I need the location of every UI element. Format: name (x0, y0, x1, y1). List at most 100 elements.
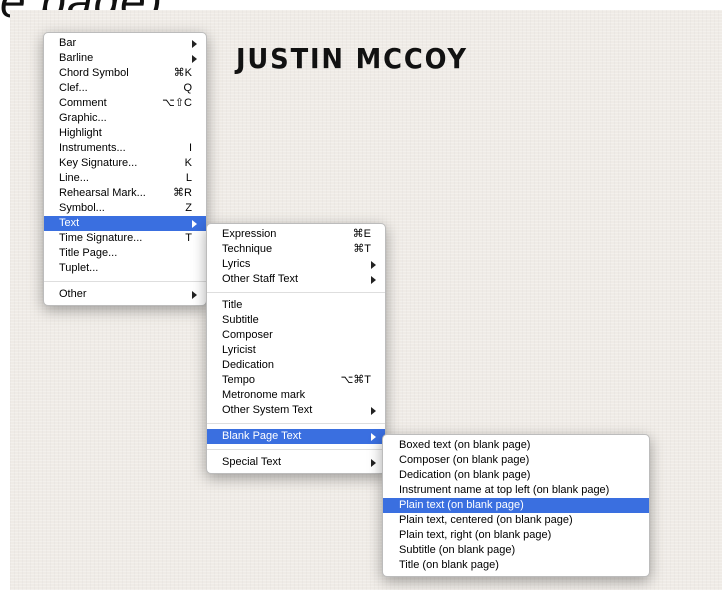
menu-item-label: Clef... (59, 82, 88, 94)
menu-item-label: Technique (222, 243, 273, 255)
menu-item-label: Dedication (on blank page) (399, 469, 531, 481)
menu-item-shortcut: ⌘T (353, 243, 371, 255)
menu-separator (207, 292, 385, 293)
menu-item-plain-text-right-blank[interactable]: Plain text, right (on blank page) (383, 528, 649, 543)
menu-separator (44, 281, 206, 282)
menu-item-barline[interactable]: Barline (44, 51, 206, 66)
menu-item-label: Symbol... (59, 202, 105, 214)
menu-item-shortcut: T (185, 232, 192, 244)
menu-item-shortcut: Z (185, 202, 192, 214)
menu-item-subtitle[interactable]: Subtitle (207, 313, 385, 328)
menu-item-label: Plain text, right (on blank page) (399, 529, 552, 541)
menu-item-subtitle-blank[interactable]: Subtitle (on blank page) (383, 543, 649, 558)
menu-item-label: Other Staff Text (222, 273, 299, 285)
menu-item-symbol[interactable]: Symbol... Z (44, 201, 206, 216)
menu-item-dedication-blank[interactable]: Dedication (on blank page) (383, 468, 649, 483)
menu-item-other[interactable]: Other (44, 287, 206, 302)
menu-item-composer[interactable]: Composer (207, 328, 385, 343)
submenu-arrow-icon (371, 261, 376, 269)
menu-item-label: Time Signature... (59, 232, 143, 244)
menu-item-other-staff-text[interactable]: Other Staff Text (207, 272, 385, 287)
menu-item-graphic[interactable]: Graphic... (44, 111, 206, 126)
menu-item-other-system-text[interactable]: Other System Text (207, 403, 385, 418)
menu-item-label: Tempo (222, 374, 256, 386)
menu-item-title[interactable]: Title (207, 298, 385, 313)
create-menu: Bar Barline Chord Symbol ⌘K Clef... Q Comm… (43, 32, 207, 306)
text-submenu: Expression ⌘E Technique ⌘T Lyrics Other St… (206, 223, 386, 474)
menu-item-line[interactable]: Line... L (44, 171, 206, 186)
menu-item-label: Line... (59, 172, 89, 184)
menu-item-title-blank[interactable]: Title (on blank page) (383, 558, 649, 573)
menu-item-tempo[interactable]: Tempo ⌥⌘T (207, 373, 385, 388)
menu-item-label: Title (on blank page) (399, 559, 499, 571)
menu-item-plain-text-blank[interactable]: Plain text (on blank page) (383, 498, 649, 513)
menu-item-lyrics[interactable]: Lyrics (207, 257, 385, 272)
menu-item-shortcut: L (185, 172, 192, 184)
menu-separator (207, 449, 385, 450)
menu-item-label: Subtitle (on blank page) (399, 544, 516, 556)
menu-item-blank-page-text[interactable]: Blank Page Text (207, 429, 385, 444)
menu-item-shortcut: ⌘E (352, 228, 371, 240)
menu-item-label: Chord Symbol (59, 67, 129, 79)
menu-item-label: Lyricist (222, 344, 256, 356)
menu-item-label: Special Text (222, 456, 282, 468)
submenu-arrow-icon (192, 55, 197, 63)
menu-item-plain-text-centered-blank[interactable]: Plain text, centered (on blank page) (383, 513, 649, 528)
submenu-arrow-icon (192, 291, 197, 299)
menu-item-boxed-text[interactable]: Boxed text (on blank page) (383, 438, 649, 453)
menu-item-clef[interactable]: Clef... Q (44, 81, 206, 96)
submenu-arrow-icon (371, 459, 376, 467)
menu-item-instrument-name-blank[interactable]: Instrument name at top left (on blank pa… (383, 483, 649, 498)
blank-page-text-submenu: Boxed text (on blank page) Composer (on … (382, 434, 650, 577)
menu-item-shortcut: ⌘R (173, 187, 192, 199)
menu-item-tuplet[interactable]: Tuplet... (44, 261, 206, 276)
menu-item-label: Key Signature... (59, 157, 138, 169)
menu-item-label: Highlight (59, 127, 102, 139)
menu-item-shortcut: Q (183, 82, 192, 94)
menu-item-label: Instrument name at top left (on blank pa… (399, 484, 610, 496)
menu-item-shortcut: K (184, 157, 192, 169)
menu-item-dedication[interactable]: Dedication (207, 358, 385, 373)
menu-item-special-text[interactable]: Special Text (207, 455, 385, 470)
menu-item-label: Dedication (222, 359, 274, 371)
menu-item-label: Bar (59, 37, 77, 49)
menu-item-label: Subtitle (222, 314, 259, 326)
menu-item-title-page[interactable]: Title Page... (44, 246, 206, 261)
menu-item-label: Title Page... (59, 247, 118, 259)
menu-item-composer-blank[interactable]: Composer (on blank page) (383, 453, 649, 468)
menu-separator (207, 423, 385, 424)
menu-item-instruments[interactable]: Instruments... I (44, 141, 206, 156)
score-title: JUSTIN MCCOY (236, 42, 468, 75)
menu-item-label: Expression (222, 228, 277, 240)
menu-item-label: Title (222, 299, 243, 311)
menu-item-lyricist[interactable]: Lyricist (207, 343, 385, 358)
menu-item-label: Other System Text (222, 404, 313, 416)
menu-item-metronome-mark[interactable]: Metronome mark (207, 388, 385, 403)
menu-item-highlight[interactable]: Highlight (44, 126, 206, 141)
menu-item-text[interactable]: Text (44, 216, 206, 231)
menu-item-label: Composer (on blank page) (399, 454, 530, 466)
menu-item-label: Plain text, centered (on blank page) (399, 514, 573, 526)
menu-item-label: Barline (59, 52, 94, 64)
menu-item-comment[interactable]: Comment ⌥⇧C (44, 96, 206, 111)
menu-item-rehearsal-mark[interactable]: Rehearsal Mark... ⌘R (44, 186, 206, 201)
submenu-arrow-icon (371, 407, 376, 415)
menu-item-shortcut: ⌘K (173, 67, 192, 79)
menu-item-shortcut: ⌥⌘T (340, 374, 371, 386)
menu-item-label: Blank Page Text (222, 430, 302, 442)
menu-item-label: Instruments... (59, 142, 126, 154)
submenu-arrow-icon (192, 220, 197, 228)
menu-item-label: Plain text (on blank page) (399, 499, 524, 511)
menu-item-time-signature[interactable]: Time Signature... T (44, 231, 206, 246)
menu-item-key-signature[interactable]: Key Signature... K (44, 156, 206, 171)
menu-item-label: Metronome mark (222, 389, 306, 401)
menu-item-label: Text (59, 217, 80, 229)
menu-item-label: Tuplet... (59, 262, 99, 274)
menu-item-chord-symbol[interactable]: Chord Symbol ⌘K (44, 66, 206, 81)
menu-item-expression[interactable]: Expression ⌘E (207, 227, 385, 242)
menu-item-technique[interactable]: Technique ⌘T (207, 242, 385, 257)
submenu-arrow-icon (192, 40, 197, 48)
menu-item-label: Comment (59, 97, 107, 109)
menu-item-bar[interactable]: Bar (44, 36, 206, 51)
menu-item-shortcut: I (188, 142, 192, 154)
